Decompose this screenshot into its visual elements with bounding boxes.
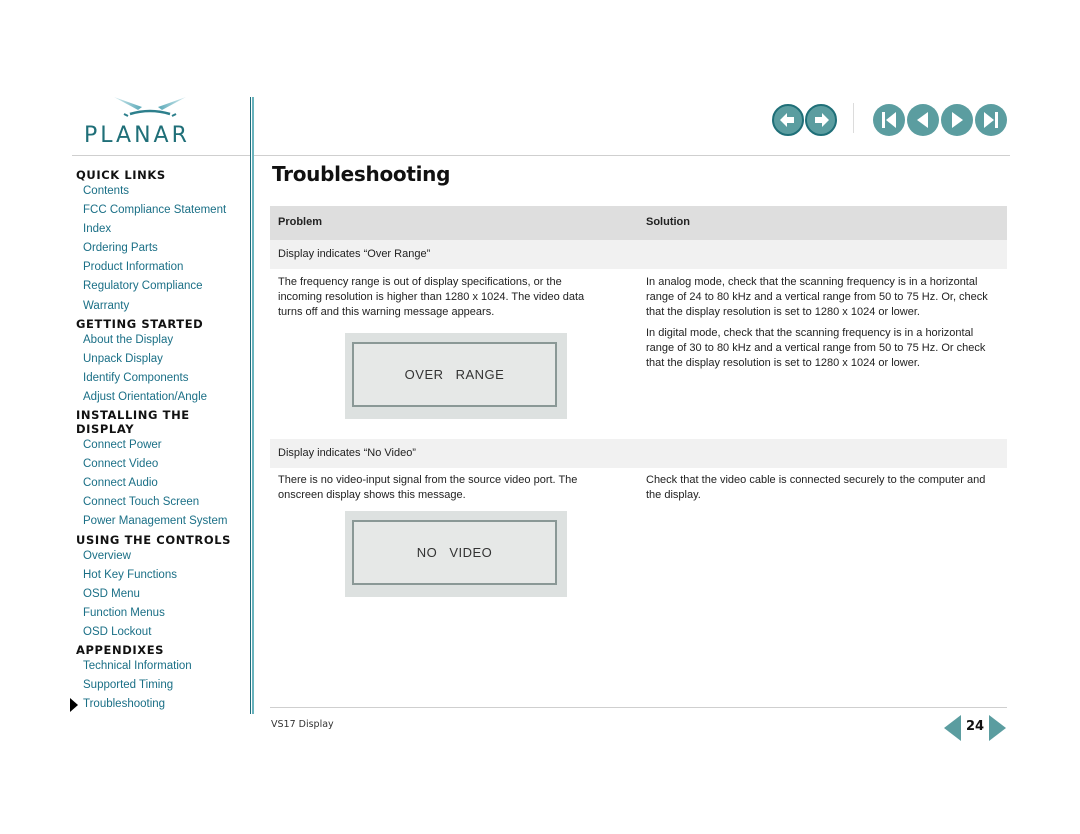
sidebar-item-connect-touch-screen[interactable]: Connect Touch Screen — [83, 493, 246, 512]
sidebar-nav: QUICK LINKS Contents FCC Compliance Stat… — [70, 168, 246, 715]
table-row: There is no video-input signal from the … — [270, 468, 1007, 608]
next-page-arrow-icon[interactable] — [989, 715, 1006, 741]
solution-text: Check that the video cable is connected … — [646, 474, 986, 501]
troubleshooting-table: Problem Solution Display indicates “Over… — [270, 206, 1007, 608]
page-number: 24 — [966, 719, 985, 734]
svg-text:PLANAR: PLANAR — [84, 123, 190, 148]
sidebar-item-power-management[interactable]: Power Management System — [83, 512, 246, 531]
footer-doc-name: VS17 Display — [271, 719, 334, 730]
header-divider-left — [72, 155, 250, 156]
previous-page-button[interactable] — [907, 104, 939, 136]
osd-message: NO VIDEO — [352, 520, 557, 585]
section-title: APPENDIXES — [76, 642, 165, 657]
sidebar-item-about-display[interactable]: About the Display — [83, 331, 246, 350]
sidebar-item-product-information[interactable]: Product Information — [83, 258, 246, 277]
sidebar-item-index[interactable]: Index — [83, 220, 246, 239]
sidebar-item-overview[interactable]: Overview — [83, 547, 246, 566]
section-getting-started: GETTING STARTED About the Display Unpack… — [76, 317, 246, 407]
footer-divider — [270, 707, 1007, 708]
solution-cell: Check that the video cable is connected … — [646, 473, 996, 509]
sidebar-item-contents[interactable]: Contents — [83, 182, 246, 201]
problem-title: Display indicates “Over Range” — [278, 248, 431, 260]
skip-first-icon — [882, 112, 896, 128]
sidebar-item-adjust-orientation[interactable]: Adjust Orientation/Angle — [83, 388, 246, 407]
section-quick-links: QUICK LINKS Contents FCC Compliance Stat… — [76, 168, 246, 316]
sidebar-item-regulatory-compliance[interactable]: Regulatory Compliance — [83, 277, 246, 296]
osd-over-range-image: OVER RANGE — [345, 333, 567, 419]
problem-title: Display indicates “No Video” — [278, 447, 416, 459]
solution-cell: In analog mode, check that the scanning … — [646, 275, 996, 377]
first-page-button[interactable] — [873, 104, 905, 136]
sidebar-item-connect-audio[interactable]: Connect Audio — [83, 474, 246, 493]
page-title: Troubleshooting — [272, 162, 451, 186]
sidebar-item-connect-video[interactable]: Connect Video — [83, 455, 246, 474]
section-title: QUICK LINKS — [76, 168, 166, 182]
table-row: The frequency range is out of display sp… — [270, 269, 1007, 439]
sidebar-item-ordering-parts[interactable]: Ordering Parts — [83, 239, 246, 258]
header-divider-right — [254, 155, 1010, 156]
sidebar-divider — [250, 97, 254, 714]
sidebar-item-label: Troubleshooting — [83, 698, 166, 711]
sidebar-item-unpack-display[interactable]: Unpack Display — [83, 350, 246, 369]
section-title: INSTALLING THE DISPLAY — [76, 408, 190, 437]
problem-title-row: Display indicates “Over Range” — [270, 240, 1007, 269]
sidebar-item-technical-information[interactable]: Technical Information — [83, 657, 246, 676]
sidebar-item-function-menus[interactable]: Function Menus — [83, 604, 246, 623]
table-header: Problem Solution — [270, 206, 1007, 240]
sidebar-item-hot-key-functions[interactable]: Hot Key Functions — [83, 566, 246, 585]
arrow-right-icon — [815, 113, 829, 127]
sidebar-item-identify-components[interactable]: Identify Components — [83, 369, 246, 388]
next-page-button[interactable] — [941, 104, 973, 136]
sidebar-item-troubleshooting[interactable]: Troubleshooting — [70, 695, 246, 714]
back-button[interactable] — [772, 104, 804, 136]
skip-last-icon — [984, 112, 998, 128]
planar-logo[interactable]: PLANAR — [80, 94, 220, 148]
sidebar-item-fcc-compliance[interactable]: FCC Compliance Statement — [83, 201, 246, 220]
sidebar-item-supported-timing[interactable]: Supported Timing — [83, 676, 246, 695]
section-installing: INSTALLING THE DISPLAY Connect Power Con… — [76, 408, 246, 531]
planar-logo-mark: PLANAR — [84, 97, 190, 148]
current-page-arrow-icon — [70, 698, 78, 713]
osd-no-video-image: NO VIDEO — [345, 511, 567, 597]
sidebar-item-osd-menu[interactable]: OSD Menu — [83, 585, 246, 604]
osd-message: OVER RANGE — [352, 342, 557, 407]
nav-separator — [853, 103, 854, 133]
triangle-left-icon — [917, 112, 928, 128]
sidebar-item-connect-power[interactable]: Connect Power — [83, 436, 246, 455]
solution-text: In digital mode, check that the scanning… — [646, 327, 986, 369]
sidebar-item-osd-lockout[interactable]: OSD Lockout — [83, 623, 246, 642]
forward-button[interactable] — [805, 104, 837, 136]
problem-title-row: Display indicates “No Video” — [270, 439, 1007, 468]
problem-detail: The frequency range is out of display sp… — [278, 276, 585, 318]
column-header-problem: Problem — [278, 216, 323, 228]
triangle-right-icon — [952, 112, 963, 128]
column-header-solution: Solution — [646, 216, 690, 228]
problem-detail: There is no video-input signal from the … — [278, 474, 578, 501]
section-title: GETTING STARTED — [76, 316, 204, 331]
last-page-button[interactable] — [975, 104, 1007, 136]
previous-page-arrow-icon[interactable] — [944, 715, 961, 741]
arrow-left-icon — [780, 113, 794, 127]
section-using-controls: USING THE CONTROLS Overview Hot Key Func… — [76, 533, 246, 642]
section-appendixes: APPENDIXES Technical Information Support… — [70, 642, 246, 714]
solution-text: In analog mode, check that the scanning … — [646, 276, 988, 318]
section-title: USING THE CONTROLS — [76, 532, 232, 547]
sidebar-item-warranty[interactable]: Warranty — [83, 297, 246, 316]
